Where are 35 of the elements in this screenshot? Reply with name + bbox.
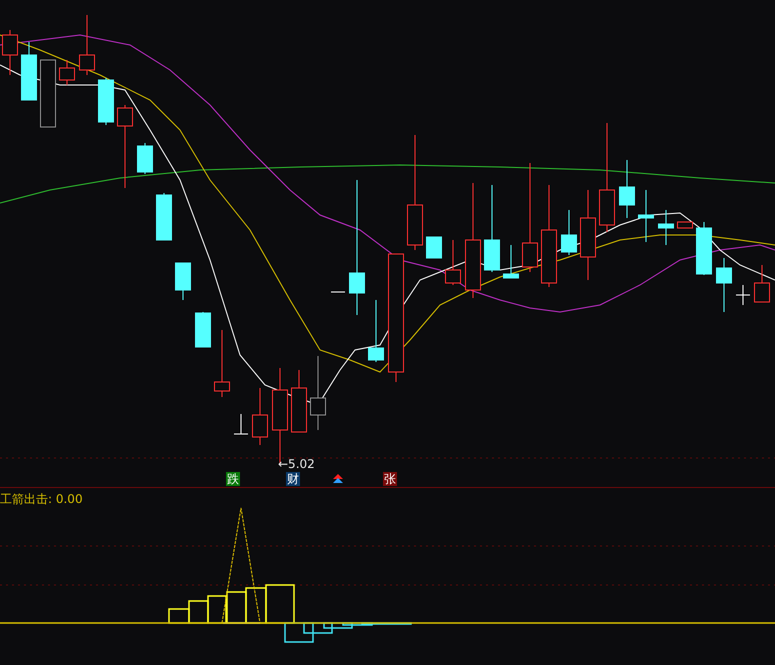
doji-candle bbox=[736, 284, 750, 306]
candlestick bbox=[137, 142, 153, 174]
candlestick bbox=[619, 160, 635, 218]
candlestick bbox=[156, 192, 172, 240]
candlestick bbox=[175, 262, 191, 300]
candlestick bbox=[677, 222, 693, 228]
indicator-label: 工箭出击: 0.00 bbox=[0, 491, 83, 508]
signal-marker: 张 bbox=[383, 472, 397, 486]
candlestick bbox=[40, 60, 56, 128]
candlestick bbox=[426, 236, 442, 258]
candlestick bbox=[98, 78, 114, 126]
candlestick bbox=[59, 60, 75, 86]
histogram-bar bbox=[245, 587, 267, 624]
candlestick bbox=[696, 222, 712, 276]
candlestick bbox=[561, 210, 577, 256]
candlestick bbox=[195, 312, 211, 348]
candlestick bbox=[291, 370, 307, 432]
candlestick bbox=[368, 300, 384, 362]
low-price-label: ←5.02 bbox=[278, 457, 315, 471]
candlestick bbox=[252, 388, 268, 446]
candlestick bbox=[754, 264, 770, 302]
histogram-bar bbox=[226, 591, 247, 624]
candlestick bbox=[214, 330, 230, 398]
histogram-bar bbox=[207, 595, 227, 624]
candlestick bbox=[658, 210, 674, 246]
signal-marker: 跌 bbox=[226, 472, 240, 486]
candlestick bbox=[445, 240, 461, 286]
doji-candle bbox=[234, 414, 248, 434]
signal-marker: 财 bbox=[286, 472, 300, 486]
candlestick bbox=[503, 244, 519, 278]
candlestick bbox=[21, 42, 37, 100]
candlestick bbox=[716, 258, 732, 312]
candlestick bbox=[79, 14, 95, 76]
up-arrow-icon bbox=[333, 474, 343, 484]
candlestick bbox=[638, 190, 654, 242]
